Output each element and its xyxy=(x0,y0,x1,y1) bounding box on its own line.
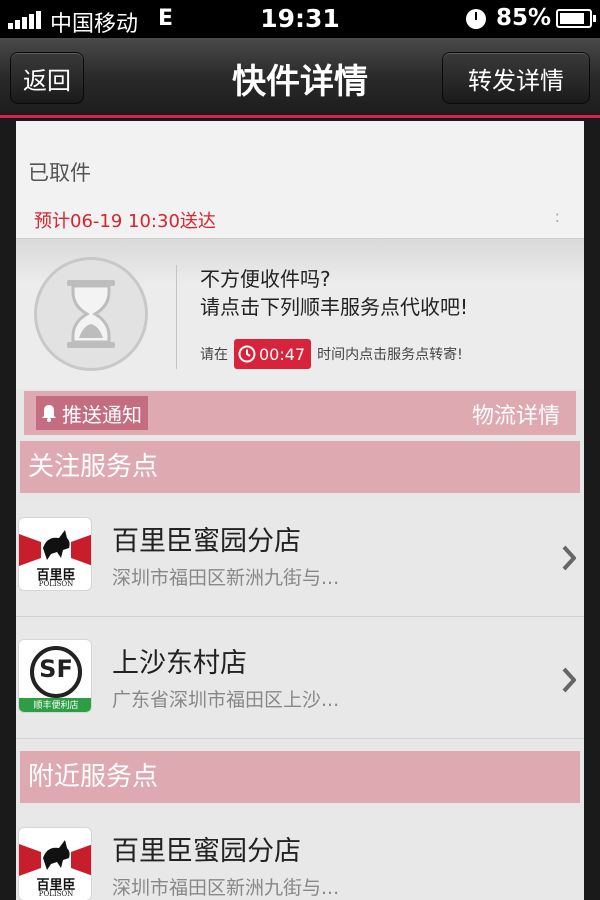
shipment-status-card: 已取件 预计06-19 10:30送达 : xyxy=(16,121,584,239)
push-notification-label: 推送通知 xyxy=(62,402,142,427)
store-name: 百里臣蜜园分店 xyxy=(112,526,301,557)
countdown-suffix: 时间内点击服务点转寄! xyxy=(317,347,463,363)
section-header-followed: 关注服务点 xyxy=(20,441,580,493)
store-row[interactable]: 百里臣 POLISON 百里臣蜜园分店 深圳市福田区新洲九街与... xyxy=(16,809,584,900)
store-row[interactable]: 百里臣 POLISON 百里臣蜜园分店 深圳市福田区新洲九街与... xyxy=(16,499,584,617)
hourglass-icon xyxy=(34,257,148,371)
section-header-nearby: 附近服务点 xyxy=(20,751,580,803)
store-name: 上沙东村店 xyxy=(112,648,247,679)
estimated-delivery: 预计06-19 10:30送达 xyxy=(34,211,216,232)
forward-details-button[interactable]: 转发详情 xyxy=(442,52,590,104)
battery-percent: 85% xyxy=(496,5,552,31)
chevron-right-icon xyxy=(562,667,576,693)
clock-icon xyxy=(238,345,256,363)
store-address: 深圳市福田区新洲九街与... xyxy=(112,567,340,589)
store-row[interactable]: SF 顺丰便利店 上沙东村店 广东省深圳市福田区上沙... xyxy=(16,621,584,739)
countdown-prefix: 请在 xyxy=(200,347,228,363)
store-name: 百里臣蜜园分店 xyxy=(112,836,301,867)
navigation-bar: 返回 快件详情 转发详情 xyxy=(0,38,600,118)
status-bar: 中国移动 E 19:31 85% xyxy=(0,0,600,38)
sf-logo: SF 顺丰便利店 xyxy=(18,639,92,713)
store-address: 深圳市福田区新洲九街与... xyxy=(112,877,340,899)
content-area[interactable]: 已取件 预计06-19 10:30送达 : 不方便收件吗? 请点击下列顺丰服务点… xyxy=(16,121,584,900)
collection-tip: 请点击下列顺丰服务点代收吧! xyxy=(200,295,469,319)
countdown-time: 00:47 xyxy=(259,344,306,364)
divider xyxy=(176,265,177,369)
logistics-details-link[interactable]: 物流详情 xyxy=(472,398,560,430)
store-address: 广东省深圳市福田区上沙... xyxy=(112,689,340,711)
polison-logo: 百里臣 POLISON xyxy=(18,517,92,591)
action-bar: 推送通知 物流详情 xyxy=(24,391,576,435)
polison-logo: 百里臣 POLISON xyxy=(18,827,92,900)
page-title: 快件详情 xyxy=(232,62,368,102)
back-button[interactable]: 返回 xyxy=(10,52,84,104)
bell-icon xyxy=(42,405,56,422)
battery-icon xyxy=(556,9,596,28)
collection-prompt: 不方便收件吗? 请点击下列顺丰服务点代收吧! 请在 00:47 时间内点击服务点… xyxy=(16,239,584,389)
more-indicator: : xyxy=(554,207,560,226)
push-notification-button[interactable]: 推送通知 xyxy=(36,396,148,430)
rotation-lock-icon xyxy=(466,9,486,29)
countdown-badge: 00:47 xyxy=(234,339,312,369)
chevron-right-icon xyxy=(562,545,576,571)
collection-question: 不方便收件吗? xyxy=(200,267,331,291)
countdown-line: 请在 00:47 时间内点击服务点转寄! xyxy=(200,339,463,369)
pickup-status: 已取件 xyxy=(28,161,91,185)
